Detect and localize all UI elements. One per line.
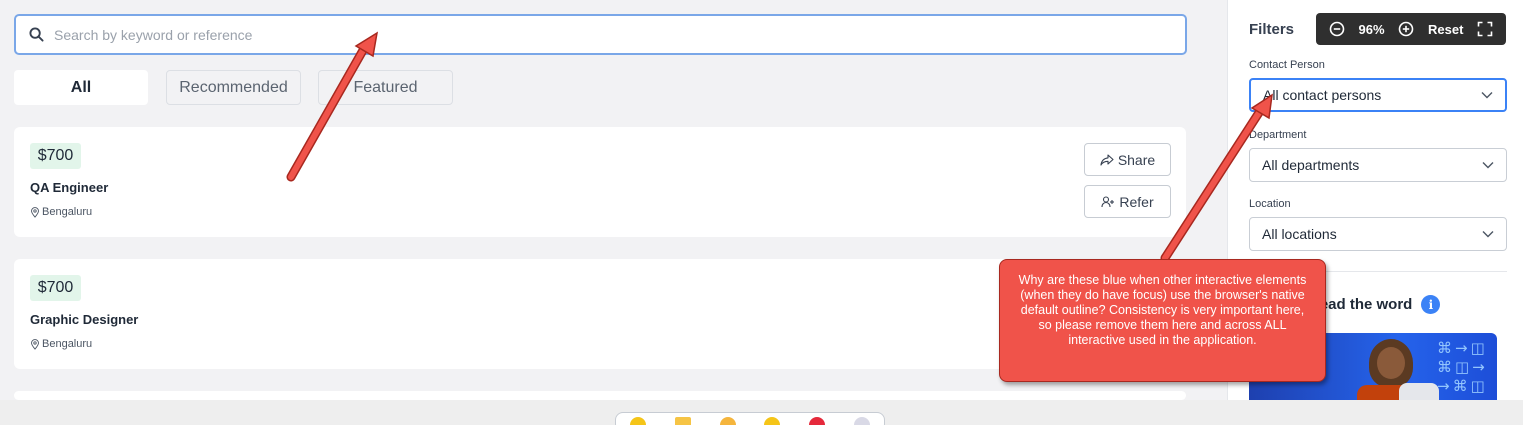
heart-icon[interactable]: [808, 417, 825, 425]
zoom-in-icon[interactable]: [1398, 21, 1414, 37]
sparkle-icon[interactable]: [853, 417, 870, 425]
location-label: Location: [1249, 198, 1291, 210]
location-select[interactable]: All locations: [1249, 217, 1507, 251]
department-select[interactable]: All departments: [1249, 148, 1507, 182]
reset-zoom-button[interactable]: Reset: [1428, 22, 1463, 37]
search-input[interactable]: Search by keyword or reference: [14, 14, 1187, 55]
tab-recommended[interactable]: Recommended: [166, 70, 301, 105]
user-plus-icon: [1101, 195, 1115, 207]
share-button[interactable]: Share: [1084, 143, 1171, 176]
fullscreen-icon[interactable]: [1477, 21, 1493, 37]
price-badge: $700: [30, 275, 81, 301]
spread-the-word-heading: read the word i: [1314, 295, 1441, 314]
job-location: Bengaluru: [30, 338, 92, 350]
chevron-down-icon: [1481, 92, 1493, 99]
laugh-icon[interactable]: [764, 417, 781, 425]
decorative-pattern: ⌘→◫ ⌘◫→ →⌘◫: [1437, 339, 1488, 395]
job-location: Bengaluru: [30, 206, 92, 218]
spread-label: read the word: [1314, 296, 1413, 313]
refer-label: Refer: [1119, 193, 1154, 210]
department-value: All departments: [1262, 157, 1360, 173]
zoom-out-icon[interactable]: [1329, 21, 1345, 37]
person-jacket: [1399, 383, 1439, 400]
job-card[interactable]: $700 QA Engineer Bengaluru Share Refer: [14, 127, 1186, 237]
refer-button[interactable]: Refer: [1084, 185, 1171, 218]
contact-person-label: Contact Person: [1249, 59, 1325, 71]
department-label: Department: [1249, 129, 1307, 141]
info-icon[interactable]: i: [1421, 295, 1441, 314]
share-label: Share: [1117, 151, 1156, 168]
tab-all[interactable]: All: [14, 70, 148, 105]
search-placeholder: Search by keyword or reference: [54, 26, 253, 43]
annotation-callout: Why are these blue when other interactiv…: [999, 259, 1326, 382]
job-title[interactable]: QA Engineer: [30, 180, 108, 195]
contact-person-value: All contact persons: [1263, 87, 1382, 103]
zoom-toolbar: 96% Reset: [1316, 13, 1506, 45]
map-pin-icon: [31, 338, 39, 350]
thumbs-up-icon[interactable]: [630, 417, 647, 425]
location-value: All locations: [1262, 226, 1337, 242]
tab-featured[interactable]: Featured: [318, 70, 453, 105]
filters-title: Filters: [1249, 21, 1295, 38]
job-title[interactable]: Graphic Designer: [30, 312, 138, 327]
search-icon: [29, 27, 44, 42]
share-icon: [1100, 153, 1114, 166]
chevron-down-icon: [1482, 231, 1494, 238]
price-badge: $700: [30, 143, 81, 169]
job-location-text: Bengaluru: [42, 206, 93, 218]
job-location-text: Bengaluru: [42, 338, 93, 350]
job-card[interactable]: [14, 391, 1186, 400]
chevron-down-icon: [1482, 162, 1494, 169]
reaction-bar: [615, 412, 885, 425]
map-pin-icon: [31, 206, 39, 218]
note-icon[interactable]: [674, 417, 691, 425]
zoom-level: 96%: [1358, 21, 1385, 37]
footer-bar: [0, 400, 1523, 425]
person-face: [1377, 347, 1405, 379]
contact-person-select[interactable]: All contact persons: [1249, 78, 1507, 112]
smile-icon[interactable]: [719, 417, 736, 425]
